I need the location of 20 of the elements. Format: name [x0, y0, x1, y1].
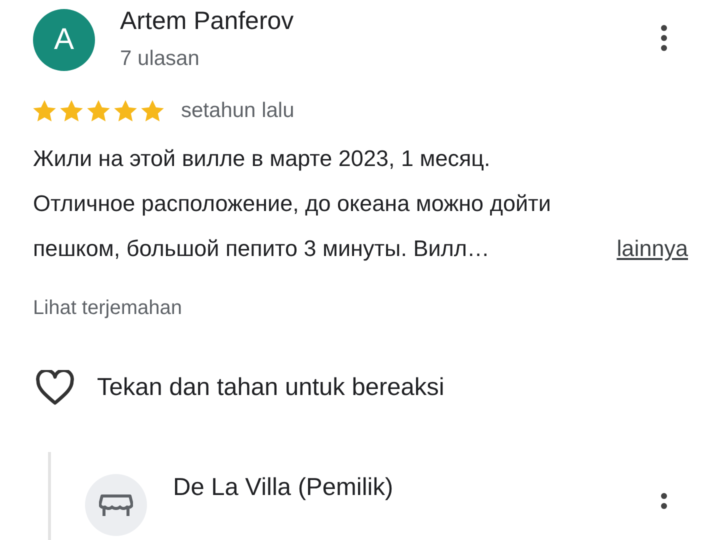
- avatar[interactable]: A: [33, 9, 95, 71]
- more-options-icon[interactable]: [660, 492, 668, 512]
- star-icon: [86, 99, 111, 123]
- review-count: 7 ulasan: [120, 46, 200, 72]
- store-icon: [99, 494, 133, 516]
- review-text-line: Жили на этой вилле в марте 2023, 1 месяц.: [33, 145, 490, 173]
- review-text-line: пешком, большой пепито 3 минуты. Вилл…: [33, 235, 490, 263]
- owner-name: De La Villa (Pemilik): [173, 474, 394, 502]
- review-text-line: Отличное расположение, до океана можно дойти: [33, 190, 551, 218]
- star-icon: [113, 99, 138, 123]
- more-options-icon[interactable]: [660, 24, 668, 52]
- more-link[interactable]: lainnya: [616, 226, 688, 271]
- star-icon: [32, 99, 57, 123]
- react-button[interactable]: Tekan dan tahan untuk bereaksi: [35, 370, 444, 406]
- review-time: setahun lalu: [181, 99, 294, 123]
- translate-link[interactable]: Lihat terjemahan: [33, 297, 182, 320]
- star-icon: [59, 99, 84, 123]
- heart-icon: [35, 370, 75, 406]
- author-name[interactable]: Artem Panferov: [120, 4, 294, 38]
- star-icon: [140, 99, 165, 123]
